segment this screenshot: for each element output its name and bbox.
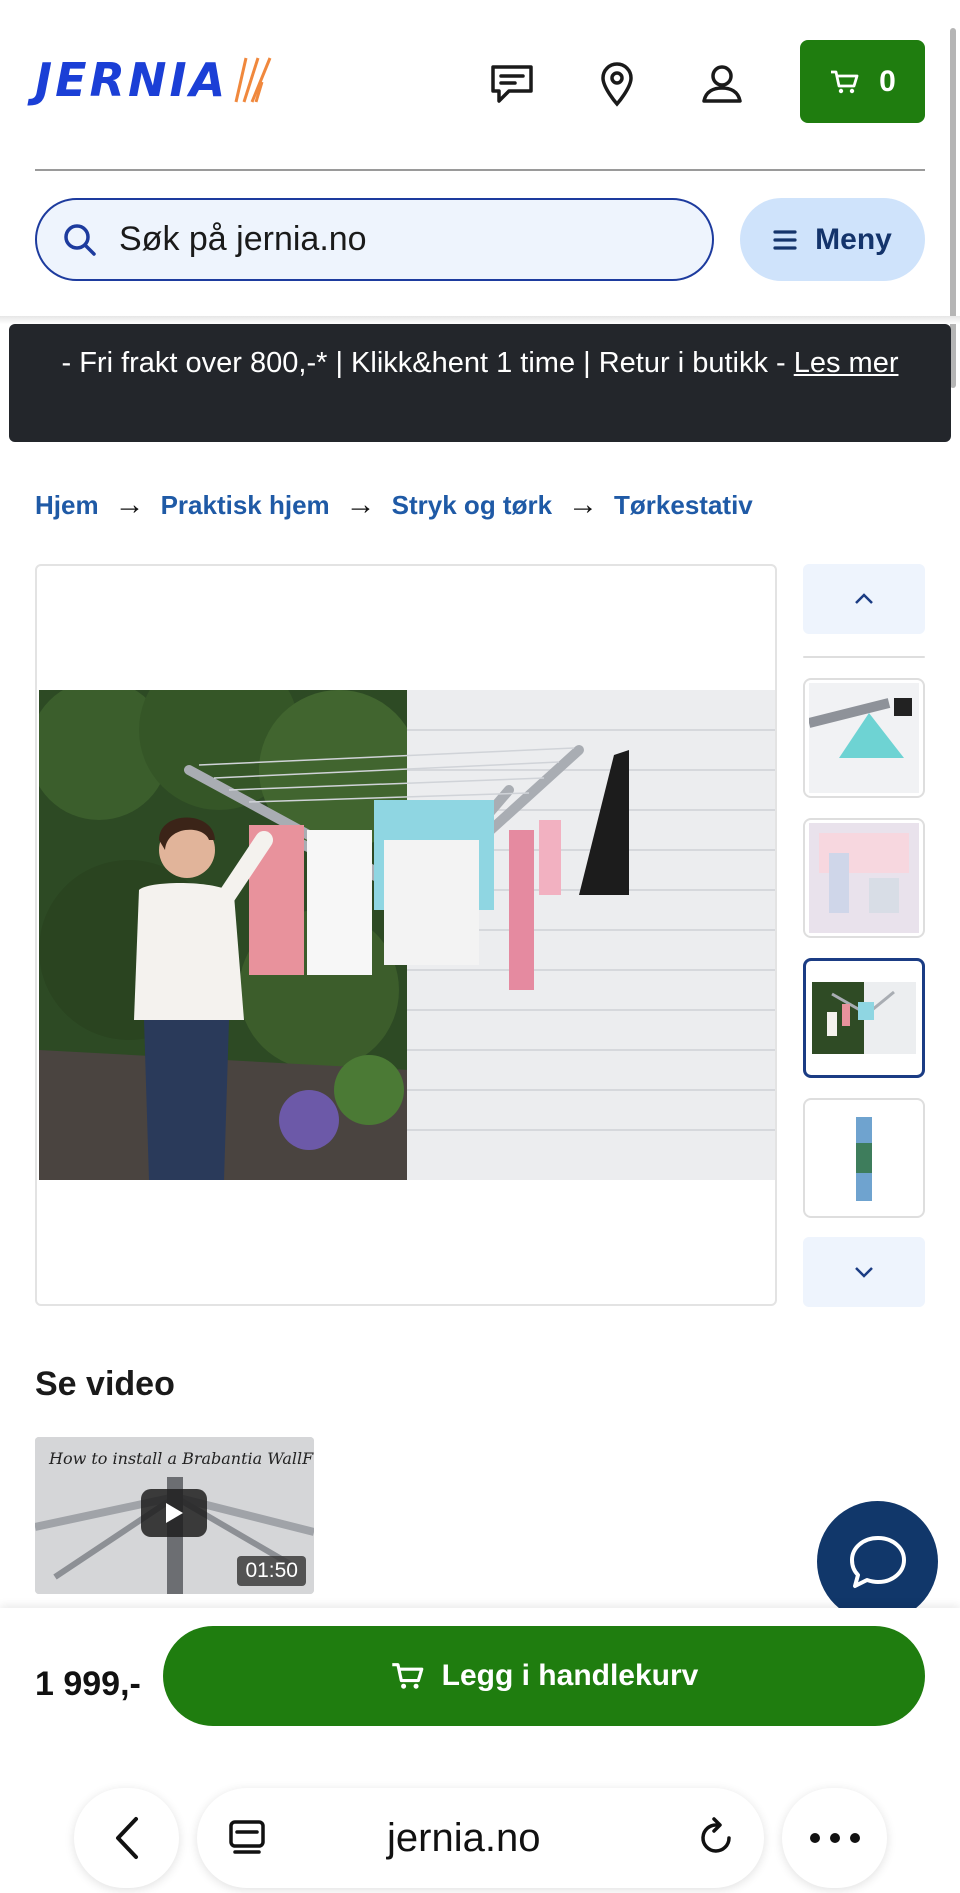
- site-header: JERNIA 0 Søk på jernia.no Meny: [0, 0, 960, 320]
- play-icon[interactable]: [141, 1489, 207, 1537]
- reload-icon[interactable]: [696, 1817, 738, 1859]
- logo-stripes-icon: [234, 57, 272, 103]
- product-price: 1 999,-: [35, 1665, 141, 1703]
- more-dots-icon: [809, 1833, 860, 1843]
- thumbnail-1[interactable]: [803, 678, 925, 798]
- thumbnail-image: [809, 683, 919, 793]
- account-icon[interactable]: [696, 58, 748, 110]
- cart-icon: [391, 1663, 423, 1689]
- thumbnail-image: [809, 823, 919, 933]
- breadcrumb-item-home[interactable]: Hjem: [35, 490, 99, 521]
- video-section-title: Se video: [35, 1365, 175, 1403]
- hamburger-icon: [773, 229, 797, 250]
- chat-bubble-icon: [849, 1535, 906, 1588]
- arrow-right-icon: →: [114, 488, 145, 521]
- cart-icon: [831, 70, 859, 93]
- sticky-buy-bar: 1 999,- Legg i handlekurv: [0, 1608, 960, 1758]
- add-to-cart-label: Legg i handlekurv: [441, 1659, 699, 1692]
- search-input[interactable]: Søk på jernia.no: [35, 198, 714, 281]
- thumbnail-2[interactable]: [803, 818, 925, 938]
- cart-button[interactable]: 0: [800, 40, 925, 123]
- chevron-left-icon: [115, 1817, 138, 1859]
- add-to-cart-button[interactable]: Legg i handlekurv: [163, 1626, 925, 1726]
- search-placeholder: Søk på jernia.no: [119, 220, 367, 258]
- thumbnail-image: [812, 982, 916, 1054]
- banner-read-more-link[interactable]: Les mer: [794, 347, 899, 379]
- thumbnail-scroll-down-button[interactable]: [803, 1237, 925, 1307]
- cart-count: 0: [879, 64, 896, 98]
- video-caption: How to install a Brabantia WallFix dryer…: [49, 1449, 314, 1468]
- menu-button[interactable]: Meny: [740, 198, 925, 281]
- menu-label: Meny: [815, 222, 892, 256]
- thumbnail-partial: [803, 656, 925, 658]
- breadcrumb-item-torkestativ[interactable]: Tørkestativ: [614, 490, 753, 521]
- breadcrumb-item-stryk-og-tork[interactable]: Stryk og tørk: [392, 490, 552, 521]
- product-photo: [39, 690, 775, 1180]
- thumbnail-image: [856, 1117, 872, 1201]
- banner-shadow: [0, 316, 960, 324]
- chevron-up-icon: [855, 593, 873, 604]
- arrow-right-icon: →: [345, 488, 376, 521]
- browser-address-bar[interactable]: jernia.no: [197, 1788, 764, 1888]
- thumbnail-3-selected[interactable]: [803, 958, 925, 1078]
- video-thumbnail[interactable]: How to install a Brabantia WallFix dryer…: [35, 1437, 314, 1594]
- browser-url: jernia.no: [387, 1815, 541, 1860]
- banner-text: - Fri frakt over 800,-* | Klikk&hent 1 t…: [61, 347, 794, 379]
- breadcrumb: Hjem → Praktisk hjem → Stryk og tørk → T…: [35, 488, 753, 522]
- chevron-down-icon: [855, 1267, 873, 1278]
- browser-back-button[interactable]: [74, 1788, 179, 1888]
- jernia-logo[interactable]: JERNIA: [35, 52, 276, 108]
- product-main-image[interactable]: [35, 564, 777, 1306]
- customer-service-icon[interactable]: [486, 58, 538, 110]
- video-duration: 01:50: [237, 1556, 306, 1586]
- breadcrumb-item-praktisk-hjem[interactable]: Praktisk hjem: [161, 490, 330, 521]
- browser-toolbar: jernia.no: [0, 1758, 960, 1893]
- search-icon: [64, 223, 96, 256]
- thumbnail-4[interactable]: [803, 1098, 925, 1218]
- store-location-icon[interactable]: [591, 58, 643, 110]
- tabs-overview-icon[interactable]: [227, 1818, 267, 1858]
- arrow-right-icon: →: [568, 488, 599, 521]
- browser-more-button[interactable]: [782, 1788, 887, 1888]
- info-banner: - Fri frakt over 800,-* | Klikk&hent 1 t…: [9, 324, 951, 442]
- thumbnail-scroll-up-button[interactable]: [803, 564, 925, 634]
- header-divider: [35, 169, 925, 171]
- chat-button[interactable]: [817, 1501, 938, 1622]
